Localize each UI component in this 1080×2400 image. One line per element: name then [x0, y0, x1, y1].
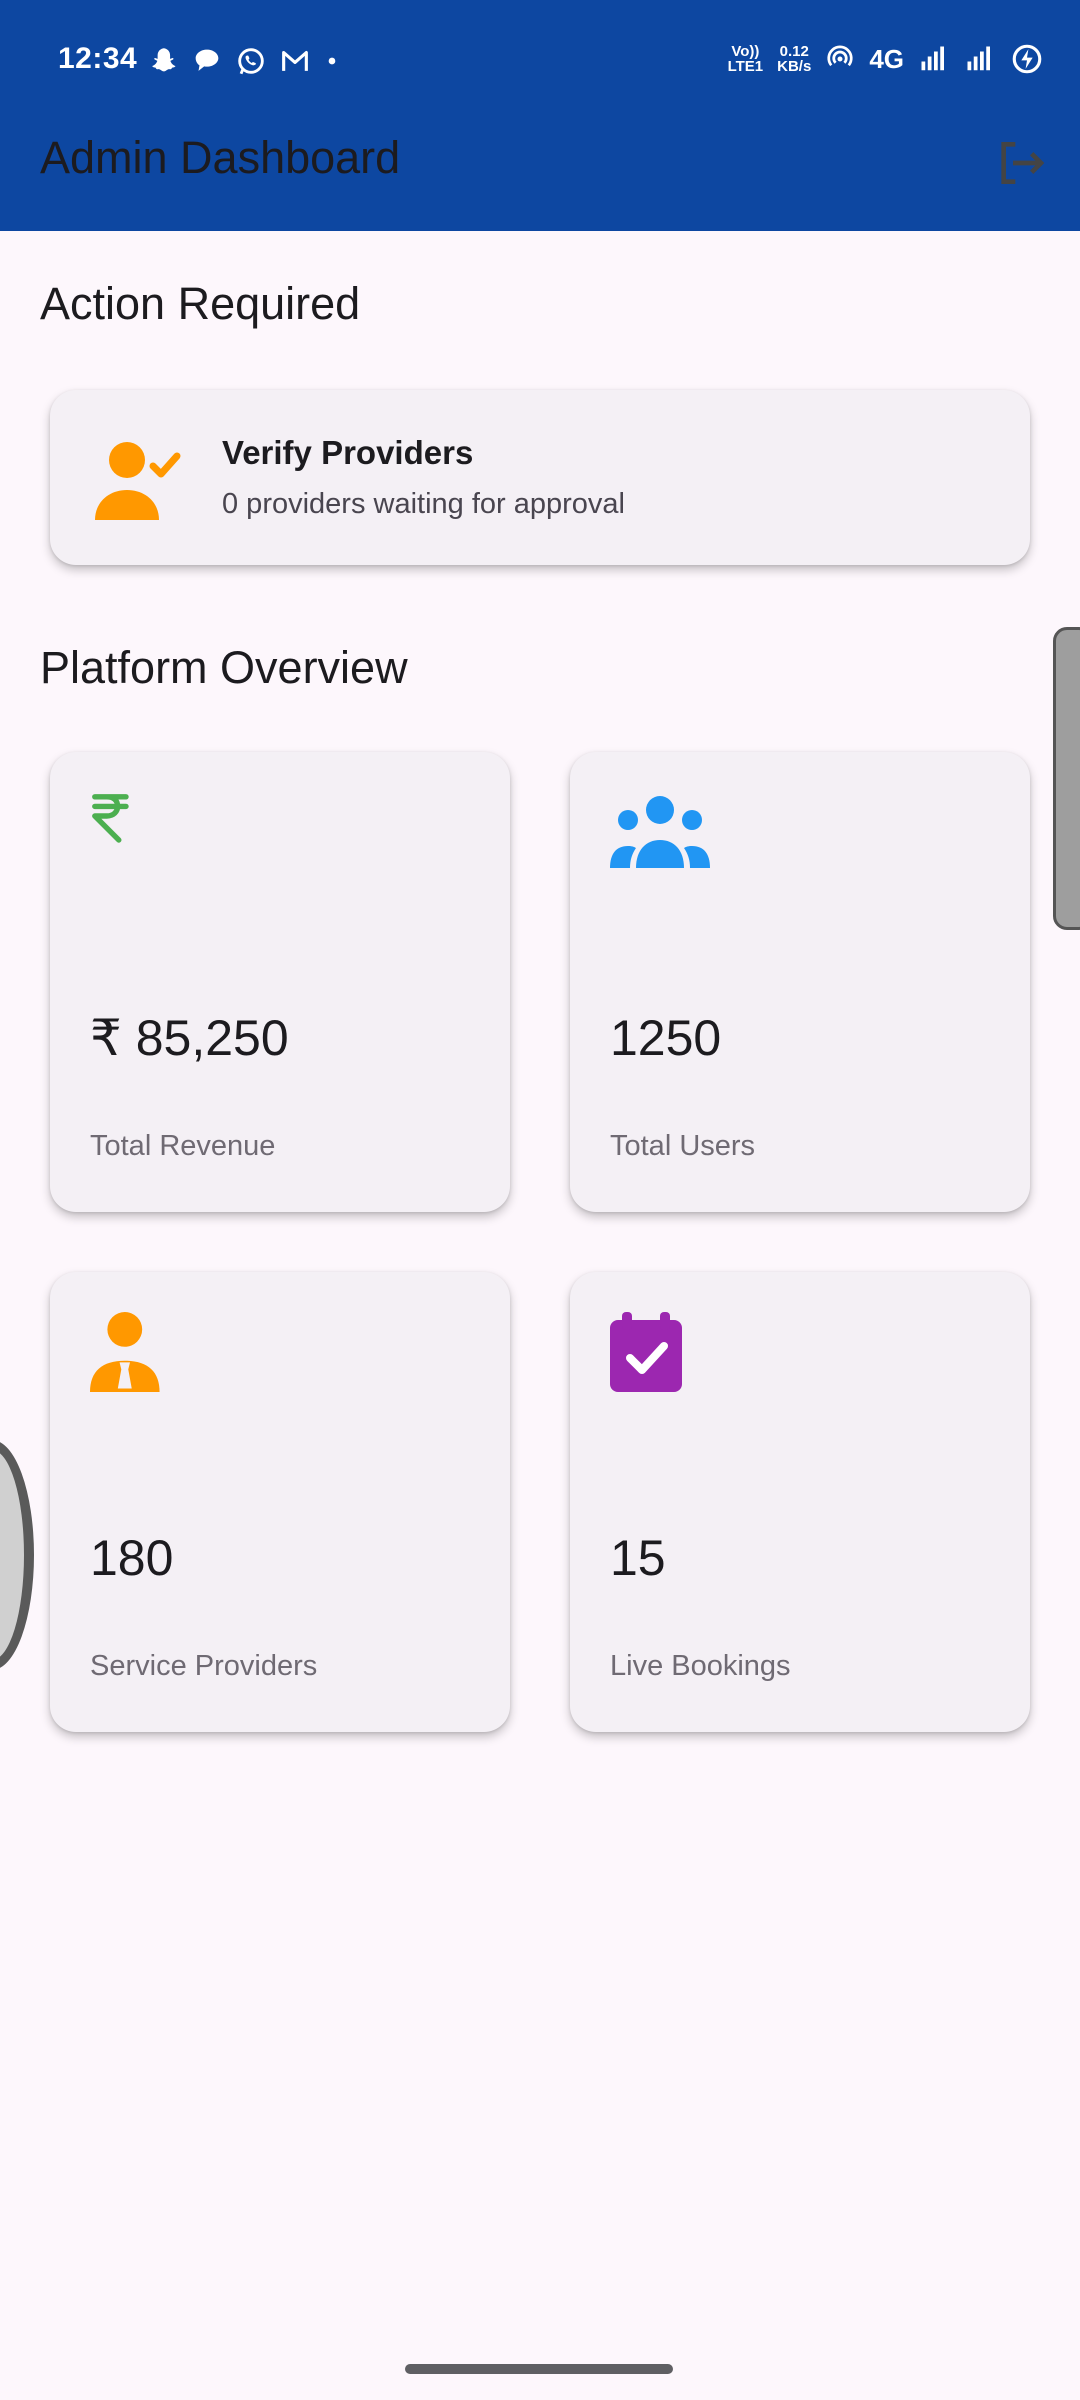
- volte-indicator: Vo)) LTE1: [727, 43, 764, 75]
- signal-icon-1: [921, 46, 944, 71]
- notification-icons: [146, 44, 342, 78]
- live-bookings-label: Live Bookings: [610, 1650, 791, 1682]
- total-users-value: 1250: [610, 1010, 722, 1066]
- rupee-icon: [92, 794, 129, 843]
- signal-icon-2: [967, 46, 990, 71]
- service-providers-card[interactable]: 180 Service Providers: [50, 1272, 510, 1732]
- group-icon: [610, 796, 710, 868]
- total-revenue-card[interactable]: ₹ 85,250 Total Revenue: [50, 752, 510, 1212]
- home-indicator[interactable]: [405, 2364, 673, 2374]
- status-right: Vo)) LTE1 0.12 KB/s 4G: [728, 42, 1044, 76]
- verify-providers-card[interactable]: Verify Providers 0 providers waiting for…: [50, 390, 1030, 565]
- battery-charging-icon: [1012, 44, 1042, 74]
- total-revenue-label: Total Revenue: [90, 1130, 276, 1162]
- platform-overview-heading: Platform Overview: [40, 642, 408, 693]
- person-check-icon: [95, 442, 181, 520]
- live-bookings-card[interactable]: 15 Live Bookings: [570, 1272, 1030, 1732]
- person-tie-icon: [90, 1312, 160, 1392]
- action-required-heading: Action Required: [40, 278, 361, 329]
- service-providers-label: Service Providers: [90, 1650, 318, 1682]
- status-bar: 12:34 Vo)) LTE1 0.12 KB/s 4G: [0, 0, 1080, 124]
- logout-icon[interactable]: [992, 135, 1048, 191]
- dot-icon: [328, 57, 336, 65]
- calendar-check-icon: [610, 1312, 682, 1392]
- total-users-label: Total Users: [610, 1130, 756, 1162]
- edge-panel-handle[interactable]: [1053, 627, 1080, 930]
- hotspot-icon: [827, 45, 853, 67]
- network-type: 4G: [869, 43, 904, 74]
- gmail-icon: [282, 50, 308, 71]
- page-title: Admin Dashboard: [40, 132, 401, 183]
- chat-icon: [195, 49, 219, 71]
- whatsapp-icon: [238, 48, 264, 75]
- service-providers-value: 180: [90, 1530, 174, 1586]
- live-bookings-value: 15: [610, 1530, 666, 1586]
- status-time: 12:34: [58, 42, 138, 75]
- total-users-card[interactable]: 1250 Total Users: [570, 752, 1030, 1212]
- verify-providers-title: Verify Providers: [222, 434, 474, 471]
- verify-providers-subtitle: 0 providers waiting for approval: [222, 488, 625, 520]
- snapchat-icon: [152, 48, 176, 72]
- total-revenue-value: ₹ 85,250: [90, 1010, 289, 1066]
- side-edge-overlay[interactable]: [0, 1440, 34, 1670]
- app-bar: 12:34 Vo)) LTE1 0.12 KB/s 4G Admin Dashboa…: [0, 0, 1080, 231]
- speed-indicator: 0.12 KB/s: [777, 43, 812, 75]
